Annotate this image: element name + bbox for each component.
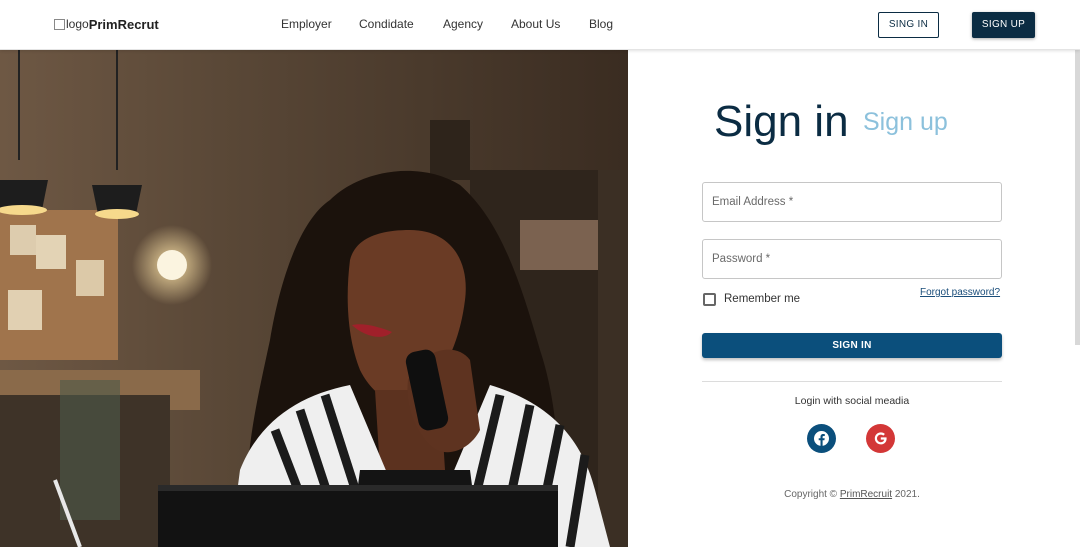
- copyright-year: 2021.: [894, 489, 920, 500]
- copyright: Copyright © PrimRecruit 2021.: [702, 489, 1002, 500]
- header-signup-button[interactable]: SIGN UP: [972, 12, 1035, 38]
- facebook-login-button[interactable]: [807, 424, 836, 453]
- broken-image-icon: [54, 18, 65, 30]
- nav-blog[interactable]: Blog: [589, 17, 613, 31]
- facebook-icon: [814, 431, 829, 446]
- copyright-prefix: Copyright ©: [784, 489, 838, 500]
- email-field[interactable]: Email Address *: [702, 182, 1002, 222]
- logo[interactable]: logo PrimRecrut: [54, 15, 159, 33]
- brand-name: PrimRecrut: [88, 16, 159, 32]
- nav-agency[interactable]: Agency: [443, 17, 483, 31]
- nav-candidate[interactable]: Condidate: [359, 17, 414, 31]
- header-signin-button[interactable]: SING IN: [878, 12, 939, 38]
- top-navbar: logo PrimRecrut Employer Condidate Agenc…: [0, 0, 1080, 50]
- signin-tab[interactable]: Sign in: [714, 96, 849, 148]
- signin-submit-button[interactable]: SIGN IN: [702, 333, 1002, 358]
- nav-employer[interactable]: Employer: [281, 17, 332, 31]
- social-login-label: Login with social meadia: [794, 395, 910, 407]
- hero-photo: [0, 50, 628, 547]
- brand-link[interactable]: PrimRecruit: [840, 489, 892, 500]
- signup-tab[interactable]: Sign up: [863, 106, 948, 138]
- remember-me-label[interactable]: Remember me: [724, 293, 800, 305]
- nav-about-us[interactable]: About Us: [511, 17, 560, 31]
- divider: [702, 381, 1002, 382]
- forgot-password-link[interactable]: Forgot password?: [920, 287, 1000, 298]
- password-field[interactable]: Password *: [702, 239, 1002, 279]
- remember-me-checkbox[interactable]: [703, 293, 716, 306]
- google-icon: [874, 432, 887, 445]
- google-login-button[interactable]: [866, 424, 895, 453]
- logo-alt-text: logo: [66, 17, 89, 31]
- page-scrollbar[interactable]: [1075, 50, 1080, 345]
- auth-panel: [628, 50, 1080, 547]
